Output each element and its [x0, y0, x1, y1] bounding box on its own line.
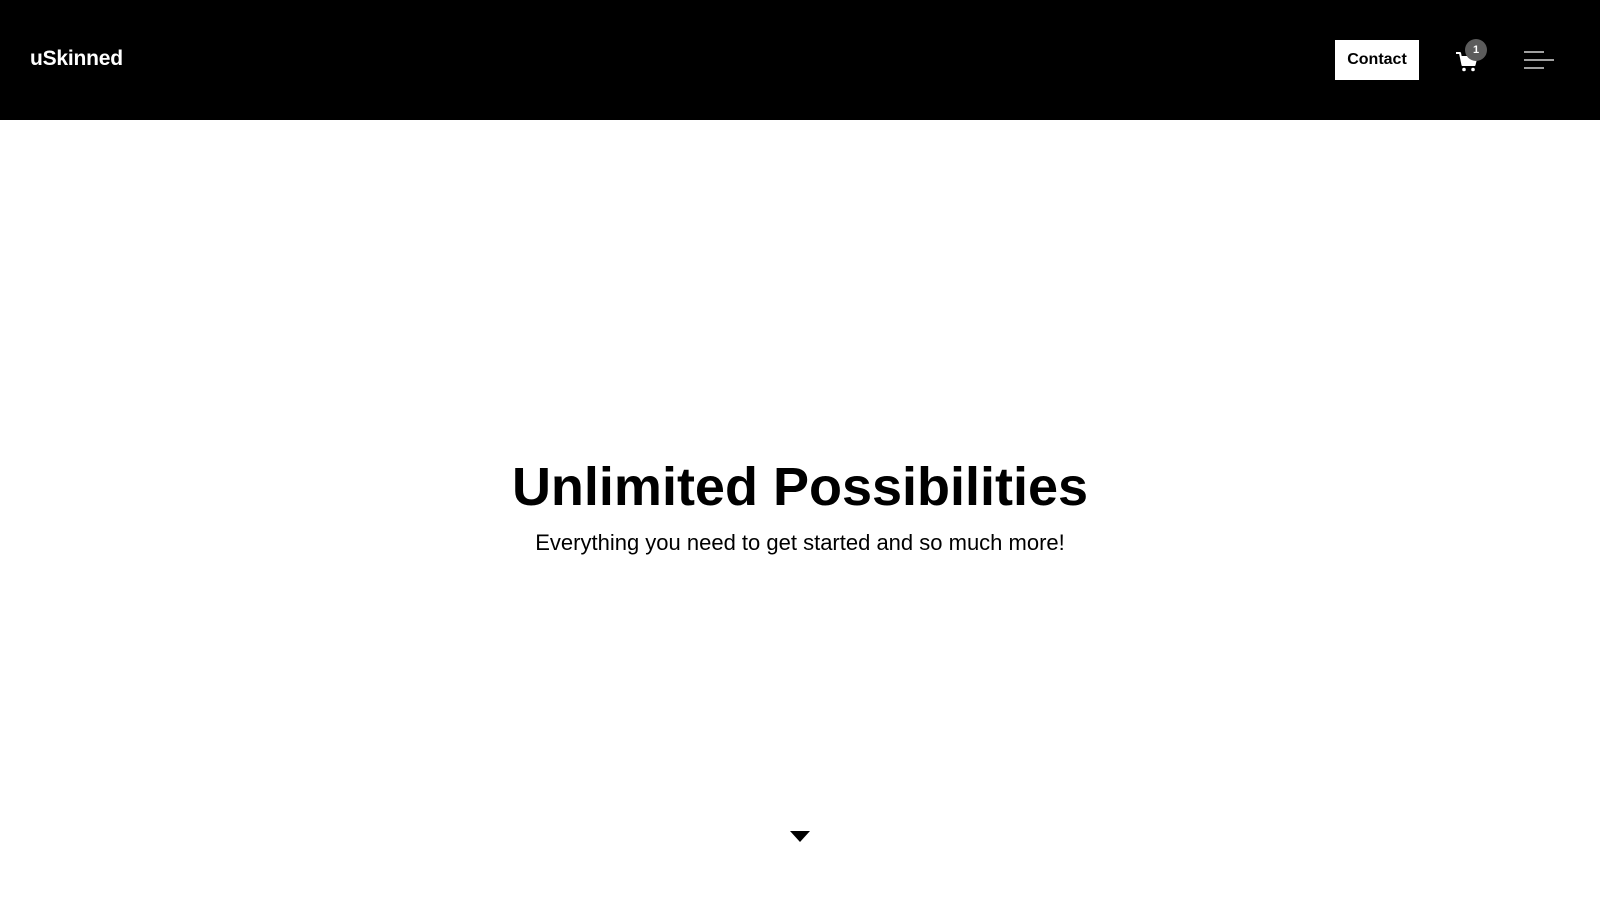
menu-button[interactable]	[1522, 48, 1556, 72]
hamburger-menu-icon	[1524, 51, 1554, 69]
hero-title: Unlimited Possibilities	[511, 457, 1089, 517]
site-logo[interactable]: uSkinned	[30, 44, 123, 74]
cart-button[interactable]: 1	[1452, 39, 1492, 80]
hero-section: Unlimited Possibilities Everything you n…	[0, 120, 1600, 900]
site-header: uSkinned Contact 1	[0, 0, 1600, 120]
hero-subtitle: Everything you need to get started and s…	[535, 530, 1065, 555]
caret-down-icon	[790, 831, 810, 842]
contact-button[interactable]: Contact	[1335, 40, 1419, 80]
scroll-down-button[interactable]	[786, 826, 814, 846]
cart-count-badge: 1	[1465, 39, 1487, 61]
